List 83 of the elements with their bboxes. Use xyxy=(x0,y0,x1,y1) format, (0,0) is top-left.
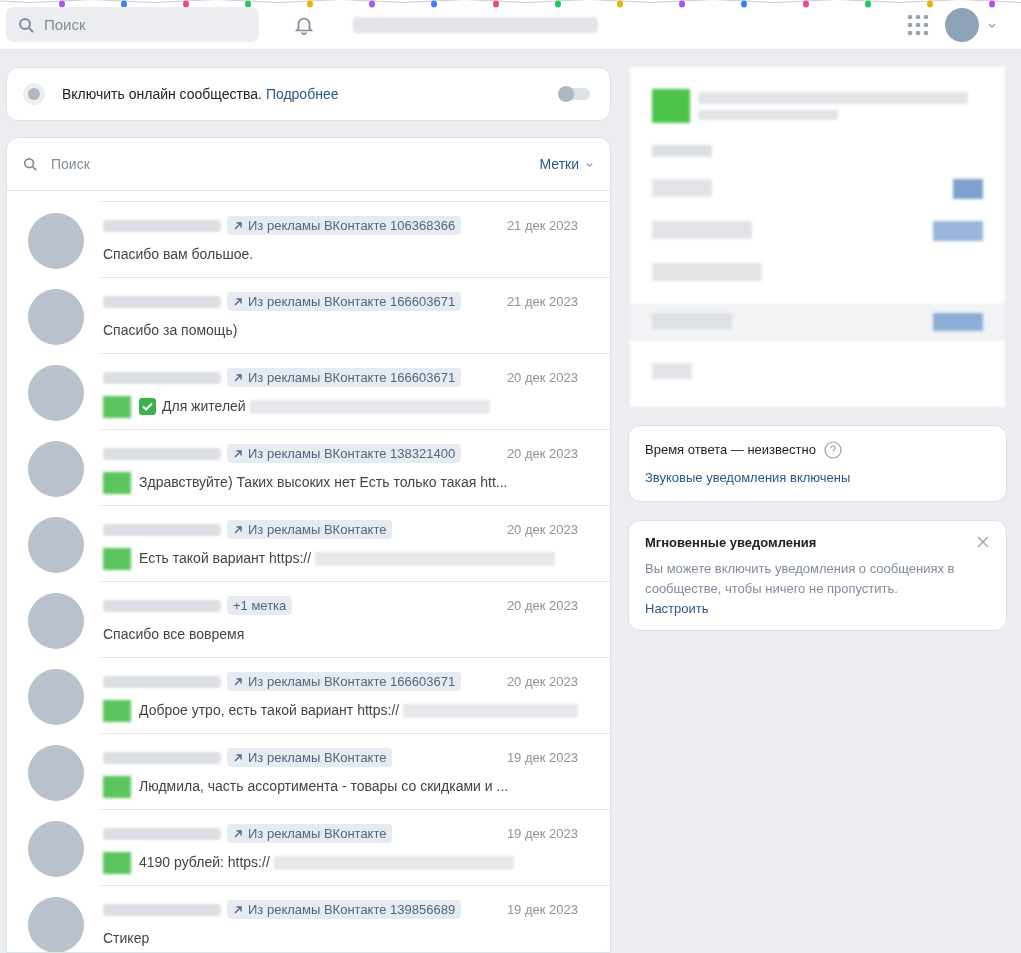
arrow-up-right-icon xyxy=(233,296,243,307)
avatar-placeholder xyxy=(28,669,84,725)
dialog-row[interactable]: Из рекламы ВКонтакте 106368366 21 дек 2023 Спасибо вам большое. xyxy=(99,201,610,277)
arrow-up-right-icon xyxy=(233,828,243,839)
close-icon[interactable] xyxy=(976,535,990,549)
arrow-up-right-icon xyxy=(233,752,243,763)
help-icon[interactable] xyxy=(823,440,842,459)
dialog-date: 20 дек 2023 xyxy=(506,369,578,387)
dialog-date: 20 дек 2023 xyxy=(506,673,578,691)
dialog-message: 4190 рублей: https:// xyxy=(139,853,270,872)
apps-grid-icon[interactable] xyxy=(907,13,929,36)
dialog-row[interactable]: Из рекламы ВКонтакте 166603671 21 дек 2023 Спасибо за помощь) xyxy=(99,277,610,353)
avatar-placeholder xyxy=(28,365,84,421)
search-icon xyxy=(23,157,37,171)
blurred-thumbnail xyxy=(103,699,131,722)
dialog-date: 20 дек 2023 xyxy=(506,445,578,463)
dialog-message: Стикер xyxy=(103,929,150,948)
dialog-row[interactable]: Из рекламы ВКонтакте 139856689 19 дек 2023 Стикер xyxy=(99,885,610,952)
dialog-row[interactable]: Из рекламы ВКонтакте 19 дек 2023 Людмила, часть ассортимента - товары со скидками и ... xyxy=(99,733,610,809)
dialog-message: Есть такой вариант https:// xyxy=(139,549,312,568)
avatar-placeholder xyxy=(28,897,84,952)
dialog-date: 19 дек 2023 xyxy=(506,825,578,843)
arrow-up-right-icon xyxy=(233,220,243,231)
blurred-thumbnail xyxy=(103,547,131,570)
dialog-date: 20 дек 2023 xyxy=(506,597,578,615)
dialog-tag: Из рекламы ВКонтакте xyxy=(227,824,393,844)
dialog-tag: Из рекламы ВКонтакте xyxy=(227,520,393,540)
more-link[interactable]: Подробнее xyxy=(265,83,339,105)
dialog-row[interactable]: Из рекламы ВКонтакте 166603671 20 дек 2023 Доброе утро, есть такой вариант https:// xyxy=(99,657,610,733)
search-icon xyxy=(18,17,34,33)
avatar-placeholder xyxy=(28,821,84,877)
dialog-message: Людмила, часть ассортимента - товары со скидками и ... xyxy=(139,777,509,796)
arrow-up-right-icon xyxy=(233,372,243,383)
setup-link[interactable]: Настроить xyxy=(645,598,990,618)
dialog-date: 21 дек 2023 xyxy=(506,217,578,235)
dialog-date: 19 дек 2023 xyxy=(506,749,578,767)
blurred-thumbnail xyxy=(103,395,131,418)
check-icon xyxy=(139,398,156,415)
dialog-date: 19 дек 2023 xyxy=(506,901,578,919)
labels-dropdown[interactable]: Метки xyxy=(539,153,594,175)
toggle-switch[interactable] xyxy=(558,88,590,100)
dialog-message: Спасибо за помощь) xyxy=(103,321,238,340)
blurred-thumbnail xyxy=(103,851,131,874)
dialog-tag: Из рекламы ВКонтакте 138321400 xyxy=(227,444,462,464)
arrow-up-right-icon xyxy=(233,448,243,459)
dialog-tag: Из рекламы ВКонтакте 106368366 xyxy=(227,216,462,236)
dialog-tag: +1 метка xyxy=(227,596,293,616)
blurred-thumbnail xyxy=(103,775,131,798)
dialog-tag: Из рекламы ВКонтакте 139856689 xyxy=(227,900,462,920)
avatar-placeholder xyxy=(28,593,84,649)
sound-notifications-link[interactable]: Звуковые уведомления включены xyxy=(645,467,990,487)
dialog-row[interactable]: Из рекламы ВКонтакте 138321400 20 дек 2023 Здравствуйте) Таких высоких нет Есть только такая htt... xyxy=(99,429,610,505)
dialog-message: Спасибо вам большое. xyxy=(103,245,254,264)
arrow-up-right-icon xyxy=(233,676,243,687)
arrow-up-right-icon xyxy=(233,904,243,915)
notification-title: Мгновенные уведомления xyxy=(645,534,817,552)
avatar-placeholder xyxy=(28,289,84,345)
search-field[interactable]: Поиск xyxy=(6,7,259,42)
dialog-message: Спасибо все вовремя xyxy=(103,625,245,644)
dialog-message: Доброе утро, есть такой вариант https:// xyxy=(139,701,400,720)
dialog-tag: Из рекламы ВКонтакте 166603671 xyxy=(227,292,462,312)
avatar-placeholder xyxy=(28,517,84,573)
avatar-placeholder xyxy=(28,213,84,269)
avatar-placeholder xyxy=(28,441,84,497)
dialog-tag: Из рекламы ВКонтакте 166603671 xyxy=(227,672,462,692)
dialog-date: 21 дек 2023 xyxy=(506,293,578,311)
dialog-tag: Из рекламы ВКонтакте xyxy=(227,748,393,768)
dialog-row[interactable]: Из рекламы ВКонтакте 166603671 20 дек 2023 Для жителей xyxy=(99,353,610,429)
profile-avatar[interactable] xyxy=(945,7,979,42)
notification-text: Вы можете включить уведомления о сообщениях в сообществе, чтобы ничего не пропустить. xyxy=(645,559,956,598)
dialog-date: 20 дек 2023 xyxy=(506,521,578,539)
dialog-row[interactable]: Из рекламы ВКонтакте 20 дек 2023 Есть такой вариант https:// xyxy=(99,505,610,581)
online-text: Включить онлайн сообщества. xyxy=(62,84,262,104)
arrow-up-right-icon xyxy=(233,524,243,535)
dialog-message: Для жителей xyxy=(162,397,246,416)
avatar-placeholder xyxy=(28,745,84,801)
dialog-message: Здравствуйте) Таких высоких нет Есть только такая htt... xyxy=(139,473,508,492)
dialog-search-field[interactable]: Поиск xyxy=(51,153,251,175)
dialog-row[interactable]: +1 метка 20 дек 2023 Спасибо все вовремя xyxy=(99,581,610,657)
dialog-row[interactable]: Из рекламы ВКонтакте 19 дек 2023 4190 рублей: https:// xyxy=(99,809,610,885)
dialog-tag: Из рекламы ВКонтакте 166603671 xyxy=(227,368,462,388)
response-time-text: Время ответа — неизвестно xyxy=(645,441,816,459)
blurred-thumbnail xyxy=(103,471,131,494)
